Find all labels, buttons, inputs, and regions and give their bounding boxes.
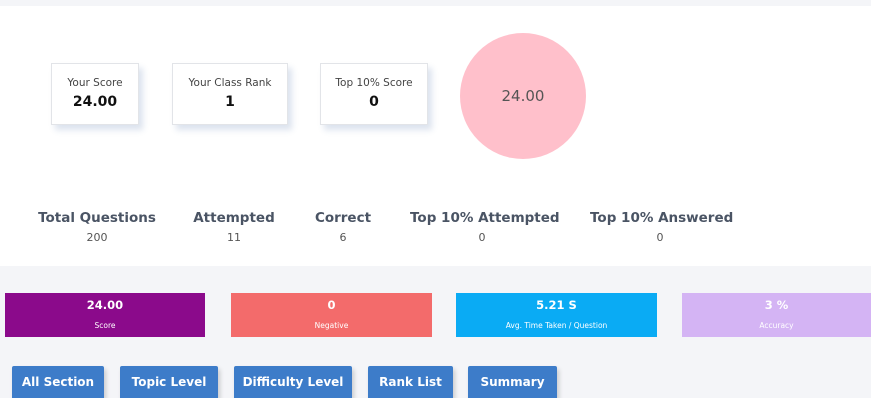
- class-rank-card: Your Class Rank 1: [172, 63, 288, 125]
- metric-accuracy-label: Accuracy: [759, 321, 794, 330]
- tab-difficulty-level[interactable]: Difficulty Level: [234, 366, 352, 398]
- stat-attempted-value: 11: [227, 231, 241, 244]
- tab-all-section[interactable]: All Section: [12, 366, 104, 398]
- stat-total-questions-value: 200: [86, 231, 108, 244]
- stat-top-answered-value: 0: [656, 231, 664, 244]
- metric-avg-time: 5.21 S Avg. Time Taken / Question: [456, 293, 657, 337]
- metric-negative-label: Negative: [314, 321, 349, 330]
- stat-top-attempted: Top 10% Attempted 0: [410, 210, 560, 244]
- stat-top-answered-label: Top 10% Answered: [590, 210, 734, 226]
- tab-rank-list[interactable]: Rank List: [368, 366, 453, 398]
- top-score-label: Top 10% Score: [335, 77, 413, 89]
- tab-summary[interactable]: Summary: [468, 366, 557, 398]
- your-score-card: Your Score 24.00: [51, 63, 139, 125]
- stat-correct: Correct 6: [311, 210, 375, 244]
- stat-attempted: Attempted 11: [190, 210, 278, 244]
- stat-correct-label: Correct: [314, 210, 372, 226]
- metric-score: 24.00 Score: [5, 293, 205, 337]
- stat-total-questions-label: Total Questions: [38, 210, 156, 226]
- stat-top-attempted-label: Top 10% Attempted: [410, 210, 560, 226]
- metric-avg-time-value: 5.21 S: [536, 298, 577, 312]
- stat-correct-value: 6: [339, 231, 347, 244]
- metric-negative: 0 Negative: [231, 293, 432, 337]
- metric-score-value: 24.00: [86, 298, 124, 312]
- metric-score-label: Score: [94, 321, 116, 330]
- top-score-value: 0: [369, 94, 379, 110]
- result-panel: Your Score 24.00 Your Class Rank 1 Top 1…: [0, 6, 871, 266]
- stat-attempted-label: Attempted: [193, 210, 275, 226]
- class-rank-value: 1: [225, 94, 235, 110]
- stat-top-attempted-value: 0: [478, 231, 486, 244]
- stat-top-answered: Top 10% Answered 0: [590, 210, 734, 244]
- metric-avg-time-label: Avg. Time Taken / Question: [505, 321, 608, 330]
- metric-negative-value: 0: [327, 298, 336, 312]
- tab-topic-level[interactable]: Topic Level: [120, 366, 218, 398]
- metric-accuracy-value: 3 %: [764, 298, 789, 312]
- your-score-label: Your Score: [67, 77, 123, 89]
- metric-accuracy: 3 % Accuracy: [682, 293, 871, 337]
- score-circle: 24.00: [460, 33, 586, 159]
- your-score-value: 24.00: [72, 94, 118, 110]
- top-score-card: Top 10% Score 0: [320, 63, 428, 125]
- class-rank-label: Your Class Rank: [188, 77, 272, 89]
- stat-total-questions: Total Questions 200: [36, 210, 158, 244]
